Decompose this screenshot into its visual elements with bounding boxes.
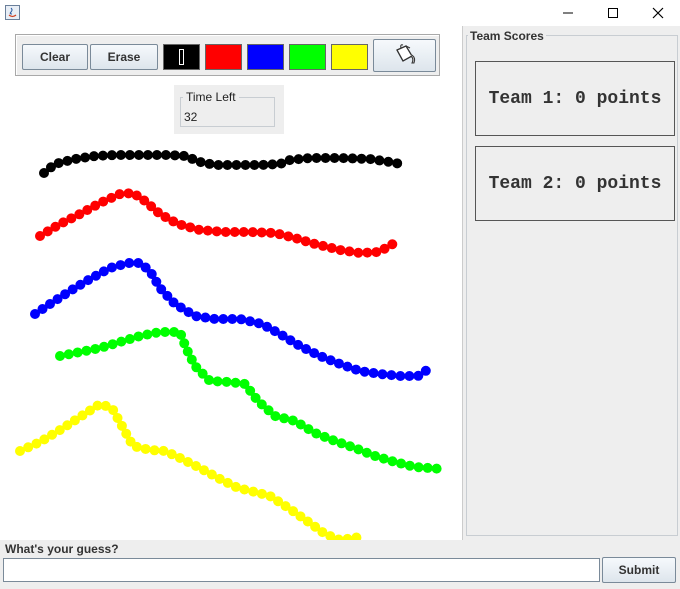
guess-panel: What's your guess? Submit <box>0 540 680 589</box>
paint-bucket-icon <box>395 43 415 63</box>
black-stroke <box>39 150 411 178</box>
fill-tool-button[interactable] <box>373 39 436 72</box>
erase-button[interactable]: Erase <box>90 44 158 70</box>
app-body: Clear Erase Time Left 32 Team 1: 0 point… <box>0 26 680 589</box>
drawing-strokes <box>15 150 447 540</box>
maximize-button[interactable] <box>590 0 635 26</box>
clear-button[interactable]: Clear <box>22 44 88 70</box>
guess-input[interactable] <box>3 558 600 582</box>
color-swatch-black[interactable] <box>163 44 200 70</box>
team-1-score: Team 1: 0 points <box>475 61 675 136</box>
team-scores-group: Team 1: 0 points Team 2: 0 points <box>466 35 678 536</box>
close-icon <box>652 7 663 19</box>
red-stroke <box>35 188 403 258</box>
submit-button[interactable]: Submit <box>602 557 676 583</box>
color-swatch-green[interactable] <box>289 44 326 70</box>
timer-label: Time Left <box>183 90 239 104</box>
timer-panel: Time Left 32 <box>174 85 284 134</box>
timer-value: 32 <box>184 110 198 124</box>
guess-label: What's your guess? <box>5 542 119 556</box>
team-scores-panel: Team 1: 0 points Team 2: 0 points Team S… <box>462 26 680 540</box>
drawing-toolbar: Clear Erase <box>15 34 440 76</box>
color-swatch-blue[interactable] <box>247 44 284 70</box>
green-stroke <box>55 327 447 474</box>
maximize-icon <box>607 8 618 18</box>
team-scores-title: Team Scores <box>468 29 546 43</box>
java-app-icon <box>5 5 20 20</box>
team-2-score: Team 2: 0 points <box>475 146 675 221</box>
close-button[interactable] <box>635 0 680 26</box>
blue-stroke <box>30 258 435 381</box>
title-bar <box>0 0 680 26</box>
color-swatch-red[interactable] <box>205 44 242 70</box>
color-swatch-yellow[interactable] <box>331 44 368 70</box>
minimize-button[interactable] <box>545 0 590 26</box>
minimize-icon <box>562 12 573 14</box>
drawing-canvas[interactable] <box>0 136 460 540</box>
selected-color-indicator <box>179 49 184 65</box>
